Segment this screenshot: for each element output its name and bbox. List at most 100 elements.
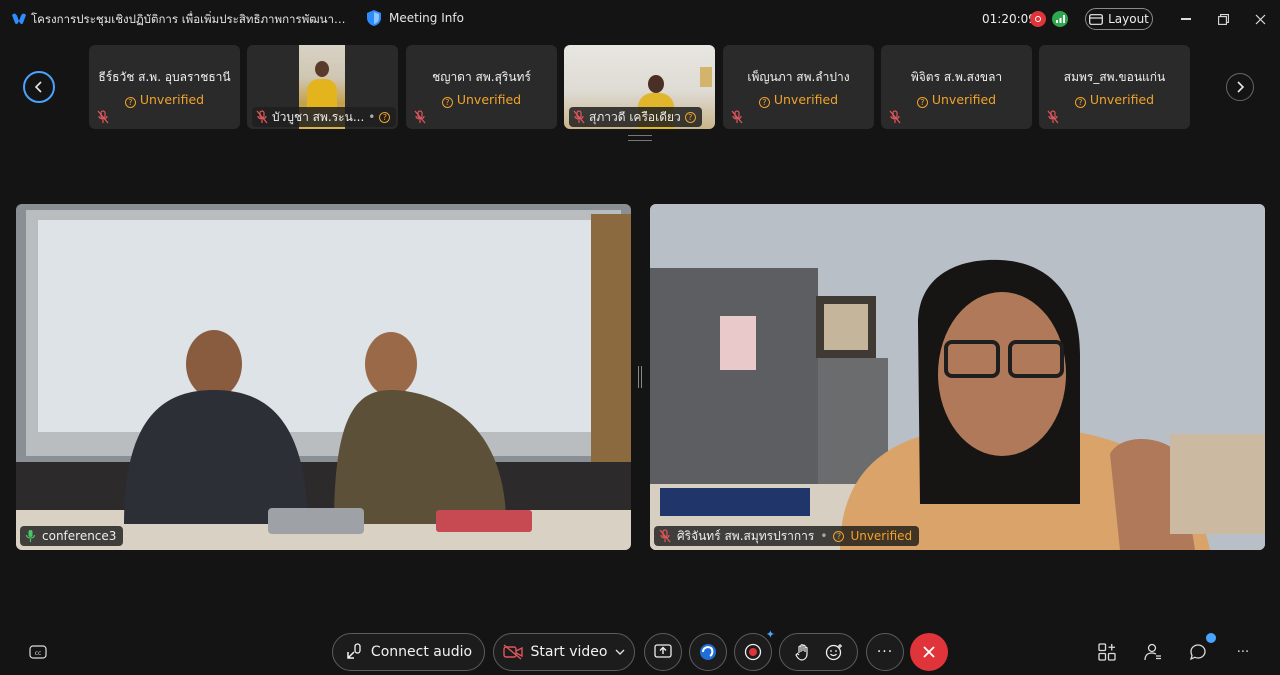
apps-button[interactable] <box>1097 642 1117 662</box>
verification-status: ? Unverified <box>89 92 240 108</box>
leave-meeting-button[interactable] <box>910 633 948 671</box>
network-health-icon[interactable] <box>1052 11 1068 27</box>
meeting-timer: 01:20:09 <box>982 12 1036 26</box>
video-label: conference3 <box>20 526 124 546</box>
mic-muted-icon <box>414 110 426 124</box>
start-video-label: Start video <box>530 644 608 660</box>
chat-icon <box>1189 644 1206 661</box>
verification-status: ? Unverified <box>723 92 874 108</box>
separator-dot: • <box>820 529 828 543</box>
svg-text:cc: cc <box>35 650 42 657</box>
video-tile-conference[interactable]: conference3 <box>16 204 631 550</box>
conference-video-frame <box>16 204 631 550</box>
participants-icon <box>1144 643 1161 661</box>
mic-muted-icon <box>1047 110 1059 124</box>
connect-audio-icon <box>347 643 361 659</box>
participant-name: conference3 <box>42 529 117 543</box>
participant-tile[interactable]: ธีร์ธวัช ส.พ. อุบลราชธานี ? Unverified <box>89 45 240 129</box>
participant-name: พิจิตร ส.พ.สงขลา <box>910 70 1003 84</box>
webex-logo-icon <box>12 13 26 25</box>
warning-icon: ? <box>1074 97 1086 108</box>
closed-captions-button[interactable]: cc <box>28 642 48 662</box>
participant-tile[interactable]: สมพร_สพ.ขอนแก่น ? Unverified <box>1039 45 1190 129</box>
warning-icon: ? <box>124 97 136 108</box>
strip-previous-button[interactable] <box>23 71 55 103</box>
sparkle-icon: ✦ <box>765 628 775 641</box>
participant-tile[interactable]: ชญาดา สพ.สุรินทร์ ? Unverified <box>406 45 557 129</box>
warning-icon: ? <box>684 111 696 123</box>
participant-name: ชญาดา สพ.สุรินทร์ <box>432 70 531 84</box>
verification-status: ? Unverified <box>881 92 1032 108</box>
layout-label: Layout <box>1108 12 1149 26</box>
participant-name: เพ็ญนภา สพ.ลำปาง <box>747 70 850 84</box>
close-window-icon[interactable] <box>1251 10 1269 28</box>
mic-muted-icon <box>97 110 109 124</box>
share-content-button[interactable] <box>644 633 682 671</box>
mic-muted-icon <box>889 110 901 124</box>
participant-tile[interactable]: สุภาวดี เครือเดียว ? <box>564 45 715 129</box>
chevron-down-icon[interactable] <box>615 649 625 656</box>
more-dots-icon: ··· <box>876 644 894 660</box>
chevron-right-icon <box>1236 81 1244 93</box>
start-video-button[interactable]: Start video <box>493 633 635 671</box>
participant-tile[interactable]: เพ็ญนภา สพ.ลำปาง ? Unverified <box>723 45 874 129</box>
strip-next-button[interactable] <box>1226 73 1254 101</box>
warning-icon: ? <box>758 97 770 108</box>
mic-active-icon <box>25 530 36 542</box>
more-options-button[interactable]: ··· <box>866 633 904 671</box>
minimize-icon[interactable] <box>1177 10 1195 28</box>
record-button[interactable]: ✦ <box>734 628 775 671</box>
close-icon <box>923 646 935 658</box>
meeting-info-button[interactable]: Meeting Info <box>366 9 464 27</box>
participant-name: สุภาวดี เครือเดียว <box>589 109 681 124</box>
participant-name: ธีร์ธวัช ส.พ. อุบลราชธานี <box>98 70 231 84</box>
more-panels-button[interactable]: ··· <box>1233 642 1253 662</box>
meeting-info-label: Meeting Info <box>389 11 464 25</box>
raise-hand-icon[interactable] <box>794 643 811 661</box>
layout-button[interactable]: Layout <box>1085 8 1153 30</box>
participant-name: ศิริจันทร์ สพ.สมุทรปราการ <box>677 528 815 543</box>
mic-muted-icon <box>731 110 743 124</box>
video-tile-participant[interactable]: ศิริจันทร์ สพ.สมุทรปราการ • ? Unverified <box>650 204 1265 550</box>
shield-icon <box>367 10 381 26</box>
participant-name: สมพร_สพ.ขอนแก่น <box>1063 70 1166 84</box>
verification-status: Unverified <box>850 529 913 543</box>
chat-button[interactable] <box>1188 633 1216 662</box>
emoji-reaction-icon[interactable] <box>825 643 843 661</box>
participants-button[interactable] <box>1143 642 1163 662</box>
meeting-title: โครงการประชุมเชิงปฏิบัติการ เพื่อเพิ่มปร… <box>31 12 349 26</box>
title-bar: โครงการประชุมเชิงปฏิบัติการ เพื่อเพิ่มปร… <box>0 0 1280 38</box>
mic-muted-icon <box>659 529 671 543</box>
verification-status: ? Unverified <box>1039 92 1190 108</box>
participant-tile[interactable]: พิจิตร ส.พ.สงขลา ? Unverified <box>881 45 1032 129</box>
reactions-group[interactable] <box>779 633 858 671</box>
strip-resize-handle[interactable] <box>628 135 652 141</box>
participant-label: บัวบูชา สพ.ระน... • ? <box>252 107 397 127</box>
warning-icon: ? <box>379 111 391 123</box>
connect-audio-button[interactable]: Connect audio <box>332 633 485 671</box>
recording-indicator-icon[interactable] <box>1030 11 1046 27</box>
layout-icon <box>1089 13 1103 25</box>
closed-captions-icon: cc <box>29 645 47 659</box>
restore-icon[interactable] <box>1214 10 1232 28</box>
mic-muted-icon <box>256 110 268 124</box>
warning-icon: ? <box>916 97 928 108</box>
participant-video-frame <box>650 204 1265 550</box>
participant-tile[interactable]: บัวบูชา สพ.ระน... • ? <box>247 45 398 129</box>
more-dots-icon: ··· <box>1236 644 1250 660</box>
separator-dot: • <box>368 110 376 124</box>
video-label: ศิริจันทร์ สพ.สมุทรปราการ • ? Unverified <box>654 526 920 546</box>
ai-assistant-icon <box>700 644 716 660</box>
video-split-handle[interactable] <box>638 366 642 388</box>
warning-icon: ? <box>441 97 453 108</box>
record-icon <box>744 643 762 661</box>
ai-assistant-button[interactable] <box>689 633 727 671</box>
verification-status: ? Unverified <box>406 92 557 108</box>
mic-muted-icon <box>573 110 585 124</box>
chevron-left-icon <box>34 81 42 93</box>
warning-icon: ? <box>833 530 845 542</box>
participant-name: บัวบูชา สพ.ระน... <box>272 109 365 124</box>
connect-audio-label: Connect audio <box>370 644 473 660</box>
share-icon <box>654 644 672 658</box>
participant-label: สุภาวดี เครือเดียว ? <box>569 107 702 127</box>
